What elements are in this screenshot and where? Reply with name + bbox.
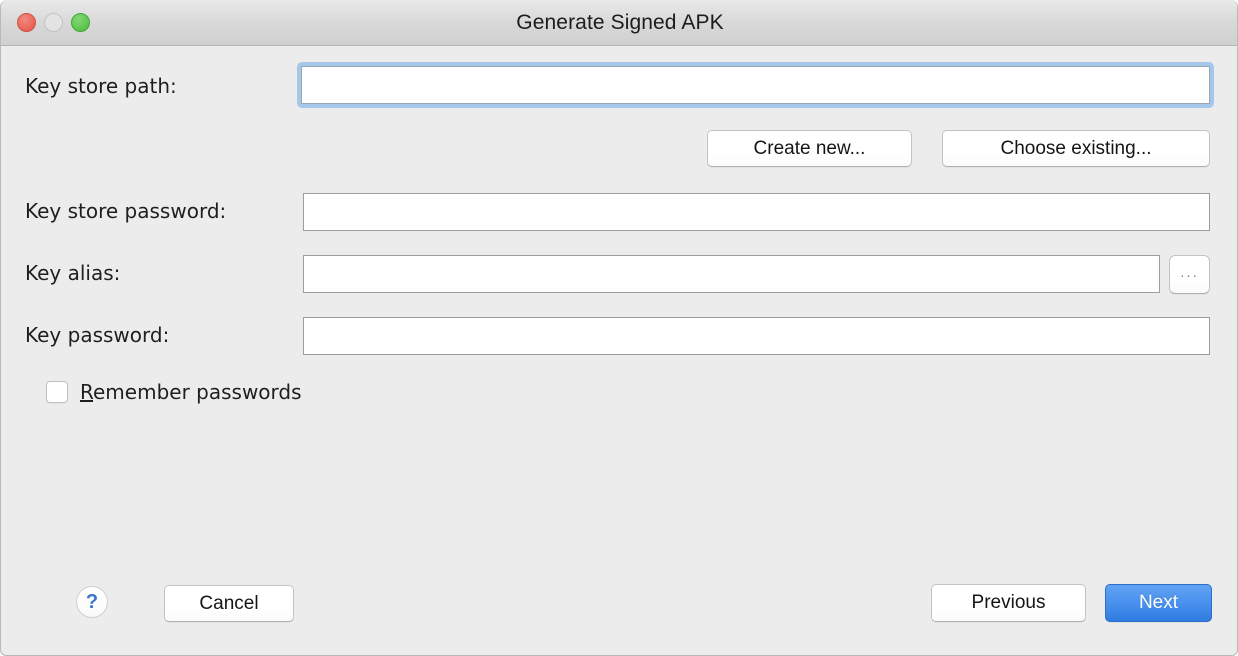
key-store-password-input[interactable]: [303, 193, 1210, 231]
key-password-input[interactable]: [303, 317, 1210, 355]
remember-passwords-mnemonic: R: [80, 380, 93, 404]
key-alias-input[interactable]: [303, 255, 1160, 293]
key-password-label: Key password:: [25, 323, 169, 347]
key-alias-label: Key alias:: [25, 261, 120, 285]
remember-passwords-label: Remember passwords: [80, 380, 302, 404]
key-store-password-label: Key store password:: [25, 199, 226, 223]
key-alias-browse-button[interactable]: ...: [1169, 255, 1210, 294]
remember-passwords-checkbox[interactable]: [46, 381, 68, 403]
window-title: Generate Signed APK: [1, 0, 1238, 46]
key-store-path-label: Key store path:: [25, 74, 177, 98]
next-button[interactable]: Next: [1105, 584, 1212, 622]
choose-existing-button[interactable]: Choose existing...: [942, 130, 1210, 167]
generate-signed-apk-dialog: Generate Signed APK Key store path: Crea…: [0, 0, 1238, 656]
previous-button[interactable]: Previous: [931, 584, 1086, 622]
titlebar: Generate Signed APK: [1, 0, 1238, 46]
remember-passwords-label-rest: emember passwords: [93, 380, 302, 404]
help-icon[interactable]: ?: [76, 586, 108, 618]
key-store-path-input[interactable]: [302, 67, 1209, 103]
create-new-button[interactable]: Create new...: [707, 130, 912, 167]
remember-passwords-row[interactable]: Remember passwords: [46, 380, 302, 404]
key-store-path-focus-ring: [297, 62, 1214, 108]
cancel-button[interactable]: Cancel: [164, 585, 294, 622]
